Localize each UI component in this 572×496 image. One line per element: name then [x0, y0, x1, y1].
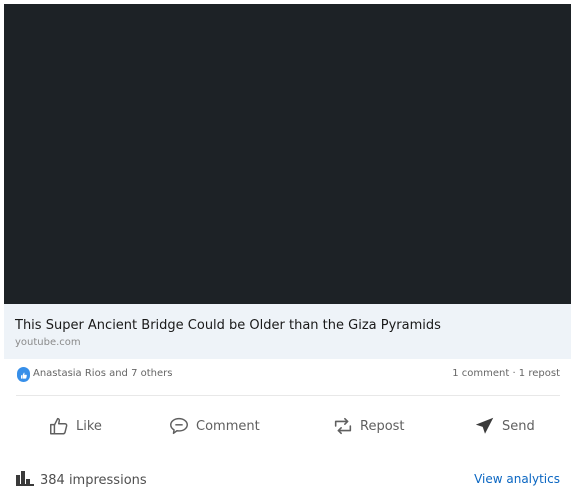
comment-button[interactable]: Comment: [168, 408, 260, 444]
impressions[interactable]: 384 impressions: [16, 470, 147, 490]
link-preview[interactable]: This Super Ancient Bridge Could be Older…: [4, 304, 571, 359]
post-card: This Super Ancient Bridge Could be Older…: [4, 4, 571, 496]
send-label: Send: [502, 418, 535, 434]
comments-reposts-count[interactable]: 1 comment · 1 repost: [452, 368, 560, 379]
action-bar: Like Comment Repost Send: [4, 408, 571, 444]
bar-chart-icon: [16, 470, 34, 490]
like-button[interactable]: Like: [48, 408, 102, 444]
reactions-count[interactable]: Anastasia Rios and 7 others: [33, 368, 172, 379]
comment-label: Comment: [196, 418, 260, 434]
post-footer: 384 impressions View analytics: [4, 468, 571, 490]
link-domain: youtube.com: [15, 337, 81, 348]
social-counts: Anastasia Rios and 7 others 1 comment · …: [4, 366, 571, 384]
repost-label: Repost: [360, 418, 405, 434]
like-reaction-icon: [17, 367, 30, 382]
link-title[interactable]: This Super Ancient Bridge Could be Older…: [15, 318, 441, 333]
impressions-count: 384 impressions: [40, 472, 147, 488]
send-icon: [474, 415, 496, 437]
view-analytics-link[interactable]: View analytics: [474, 472, 560, 486]
like-label: Like: [76, 418, 102, 434]
send-button[interactable]: Send: [474, 408, 535, 444]
thumbs-up-icon: [48, 415, 70, 437]
repost-button[interactable]: Repost: [332, 408, 405, 444]
video-player[interactable]: [4, 4, 571, 304]
comment-icon: [168, 415, 190, 437]
repost-icon: [332, 415, 354, 437]
divider: [16, 395, 560, 396]
